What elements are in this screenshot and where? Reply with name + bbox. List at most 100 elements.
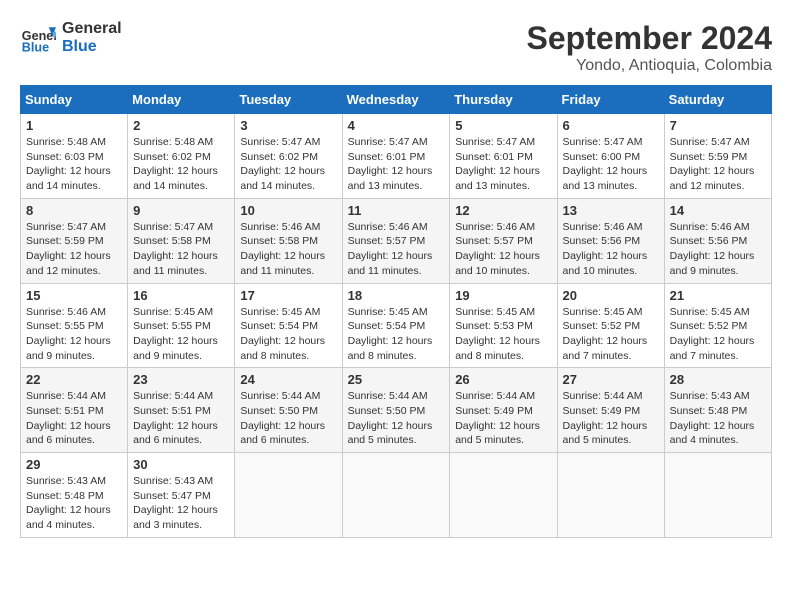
day-info: Sunrise: 5:44 AMSunset: 5:51 PMDaylight:… (133, 389, 229, 448)
day-info: Sunrise: 5:47 AMSunset: 6:01 PMDaylight:… (455, 135, 551, 194)
day-info: Sunrise: 5:46 AMSunset: 5:56 PMDaylight:… (563, 220, 659, 279)
logo-general: General (62, 20, 122, 38)
day-number: 30 (133, 457, 229, 472)
svg-text:Blue: Blue (22, 41, 49, 55)
day-info: Sunrise: 5:43 AMSunset: 5:47 PMDaylight:… (133, 474, 229, 533)
day-info: Sunrise: 5:47 AMSunset: 6:01 PMDaylight:… (348, 135, 445, 194)
day-info: Sunrise: 5:48 AMSunset: 6:02 PMDaylight:… (133, 135, 229, 194)
day-info: Sunrise: 5:47 AMSunset: 5:59 PMDaylight:… (26, 220, 122, 279)
calendar-cell (664, 453, 771, 538)
calendar-cell: 5 Sunrise: 5:47 AMSunset: 6:01 PMDayligh… (450, 114, 557, 199)
day-number: 2 (133, 118, 229, 133)
calendar-cell: 22 Sunrise: 5:44 AMSunset: 5:51 PMDaylig… (21, 368, 128, 453)
calendar-cell: 11 Sunrise: 5:46 AMSunset: 5:57 PMDaylig… (342, 198, 450, 283)
day-number: 13 (563, 203, 659, 218)
day-header-tuesday: Tuesday (235, 86, 342, 114)
calendar-cell: 25 Sunrise: 5:44 AMSunset: 5:50 PMDaylig… (342, 368, 450, 453)
calendar-week-1: 1 Sunrise: 5:48 AMSunset: 6:03 PMDayligh… (21, 114, 772, 199)
day-number: 8 (26, 203, 122, 218)
calendar-cell: 16 Sunrise: 5:45 AMSunset: 5:55 PMDaylig… (128, 283, 235, 368)
day-info: Sunrise: 5:46 AMSunset: 5:56 PMDaylight:… (670, 220, 766, 279)
day-info: Sunrise: 5:43 AMSunset: 5:48 PMDaylight:… (670, 389, 766, 448)
day-header-monday: Monday (128, 86, 235, 114)
calendar-cell: 19 Sunrise: 5:45 AMSunset: 5:53 PMDaylig… (450, 283, 557, 368)
day-info: Sunrise: 5:45 AMSunset: 5:52 PMDaylight:… (563, 305, 659, 364)
logo-icon: General Blue (20, 20, 56, 56)
day-info: Sunrise: 5:44 AMSunset: 5:49 PMDaylight:… (563, 389, 659, 448)
day-number: 26 (455, 372, 551, 387)
calendar-week-4: 22 Sunrise: 5:44 AMSunset: 5:51 PMDaylig… (21, 368, 772, 453)
day-number: 5 (455, 118, 551, 133)
day-number: 21 (670, 288, 766, 303)
calendar-cell: 6 Sunrise: 5:47 AMSunset: 6:00 PMDayligh… (557, 114, 664, 199)
calendar-cell: 27 Sunrise: 5:44 AMSunset: 5:49 PMDaylig… (557, 368, 664, 453)
day-number: 14 (670, 203, 766, 218)
day-number: 4 (348, 118, 445, 133)
calendar-cell: 28 Sunrise: 5:43 AMSunset: 5:48 PMDaylig… (664, 368, 771, 453)
calendar-cell: 30 Sunrise: 5:43 AMSunset: 5:47 PMDaylig… (128, 453, 235, 538)
calendar-cell (342, 453, 450, 538)
calendar-week-2: 8 Sunrise: 5:47 AMSunset: 5:59 PMDayligh… (21, 198, 772, 283)
day-number: 15 (26, 288, 122, 303)
day-info: Sunrise: 5:45 AMSunset: 5:54 PMDaylight:… (348, 305, 445, 364)
day-info: Sunrise: 5:45 AMSunset: 5:55 PMDaylight:… (133, 305, 229, 364)
day-number: 22 (26, 372, 122, 387)
calendar-cell: 18 Sunrise: 5:45 AMSunset: 5:54 PMDaylig… (342, 283, 450, 368)
day-info: Sunrise: 5:45 AMSunset: 5:54 PMDaylight:… (240, 305, 336, 364)
calendar-cell (235, 453, 342, 538)
calendar-cell: 23 Sunrise: 5:44 AMSunset: 5:51 PMDaylig… (128, 368, 235, 453)
calendar-cell: 15 Sunrise: 5:46 AMSunset: 5:55 PMDaylig… (21, 283, 128, 368)
day-info: Sunrise: 5:48 AMSunset: 6:03 PMDaylight:… (26, 135, 122, 194)
day-info: Sunrise: 5:45 AMSunset: 5:52 PMDaylight:… (670, 305, 766, 364)
day-info: Sunrise: 5:47 AMSunset: 5:58 PMDaylight:… (133, 220, 229, 279)
calendar-cell (557, 453, 664, 538)
calendar-cell: 12 Sunrise: 5:46 AMSunset: 5:57 PMDaylig… (450, 198, 557, 283)
day-info: Sunrise: 5:44 AMSunset: 5:49 PMDaylight:… (455, 389, 551, 448)
day-number: 24 (240, 372, 336, 387)
day-number: 20 (563, 288, 659, 303)
day-header-sunday: Sunday (21, 86, 128, 114)
calendar-cell: 29 Sunrise: 5:43 AMSunset: 5:48 PMDaylig… (21, 453, 128, 538)
day-number: 18 (348, 288, 445, 303)
calendar-cell (450, 453, 557, 538)
calendar-cell: 4 Sunrise: 5:47 AMSunset: 6:01 PMDayligh… (342, 114, 450, 199)
day-header-friday: Friday (557, 86, 664, 114)
day-number: 25 (348, 372, 445, 387)
calendar-cell: 8 Sunrise: 5:47 AMSunset: 5:59 PMDayligh… (21, 198, 128, 283)
logo: General Blue General Blue (20, 20, 122, 56)
day-info: Sunrise: 5:46 AMSunset: 5:55 PMDaylight:… (26, 305, 122, 364)
day-info: Sunrise: 5:44 AMSunset: 5:51 PMDaylight:… (26, 389, 122, 448)
day-info: Sunrise: 5:44 AMSunset: 5:50 PMDaylight:… (240, 389, 336, 448)
day-number: 23 (133, 372, 229, 387)
calendar-cell: 1 Sunrise: 5:48 AMSunset: 6:03 PMDayligh… (21, 114, 128, 199)
day-number: 27 (563, 372, 659, 387)
logo-blue: Blue (62, 38, 122, 56)
calendar-week-3: 15 Sunrise: 5:46 AMSunset: 5:55 PMDaylig… (21, 283, 772, 368)
calendar-subtitle: Yondo, Antioquia, Colombia (527, 57, 772, 75)
day-header-saturday: Saturday (664, 86, 771, 114)
day-info: Sunrise: 5:47 AMSunset: 6:02 PMDaylight:… (240, 135, 336, 194)
title-block: September 2024 Yondo, Antioquia, Colombi… (527, 20, 772, 75)
calendar-cell: 9 Sunrise: 5:47 AMSunset: 5:58 PMDayligh… (128, 198, 235, 283)
day-number: 11 (348, 203, 445, 218)
calendar-cell: 21 Sunrise: 5:45 AMSunset: 5:52 PMDaylig… (664, 283, 771, 368)
day-number: 19 (455, 288, 551, 303)
day-header-thursday: Thursday (450, 86, 557, 114)
calendar-cell: 17 Sunrise: 5:45 AMSunset: 5:54 PMDaylig… (235, 283, 342, 368)
day-info: Sunrise: 5:43 AMSunset: 5:48 PMDaylight:… (26, 474, 122, 533)
calendar-cell: 7 Sunrise: 5:47 AMSunset: 5:59 PMDayligh… (664, 114, 771, 199)
day-info: Sunrise: 5:47 AMSunset: 5:59 PMDaylight:… (670, 135, 766, 194)
day-number: 1 (26, 118, 122, 133)
day-number: 6 (563, 118, 659, 133)
calendar-week-5: 29 Sunrise: 5:43 AMSunset: 5:48 PMDaylig… (21, 453, 772, 538)
day-number: 7 (670, 118, 766, 133)
calendar-cell: 2 Sunrise: 5:48 AMSunset: 6:02 PMDayligh… (128, 114, 235, 199)
page-header: General Blue General Blue September 2024… (20, 20, 772, 75)
calendar-cell: 24 Sunrise: 5:44 AMSunset: 5:50 PMDaylig… (235, 368, 342, 453)
calendar-cell: 14 Sunrise: 5:46 AMSunset: 5:56 PMDaylig… (664, 198, 771, 283)
calendar-title: September 2024 (527, 20, 772, 57)
day-number: 9 (133, 203, 229, 218)
day-info: Sunrise: 5:46 AMSunset: 5:57 PMDaylight:… (348, 220, 445, 279)
calendar-cell: 13 Sunrise: 5:46 AMSunset: 5:56 PMDaylig… (557, 198, 664, 283)
calendar-cell: 26 Sunrise: 5:44 AMSunset: 5:49 PMDaylig… (450, 368, 557, 453)
